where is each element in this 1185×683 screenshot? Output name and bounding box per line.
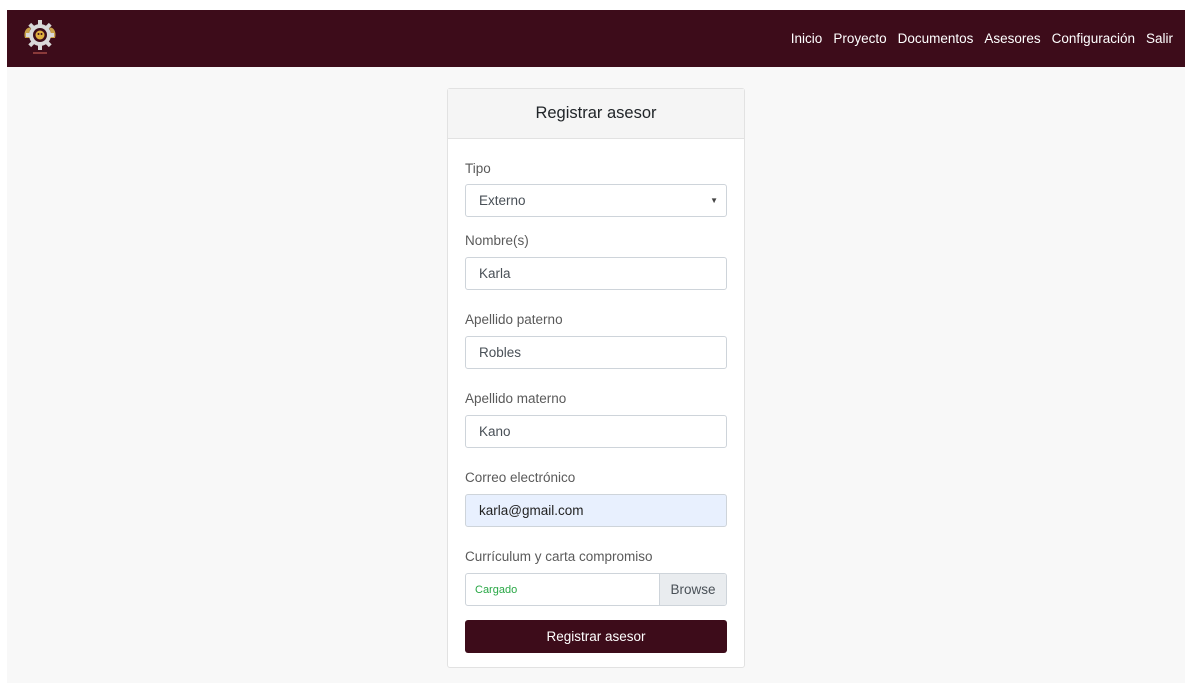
tipo-selected-value: Externo [479,193,526,208]
nombre-label: Nombre(s) [465,233,529,248]
apellido-paterno-group: Apellido paterno [465,310,727,369]
register-advisor-card: Registrar asesor Tipo Externo ▼ Nombre(s… [447,88,745,668]
tipo-select[interactable]: Externo [465,184,727,217]
nav-link-inicio[interactable]: Inicio [791,31,823,46]
nav-link-documentos[interactable]: Documentos [898,31,974,46]
nombre-field[interactable] [465,257,727,290]
tipo-label: Tipo [465,161,491,176]
file-input[interactable]: Cargado Browse [465,573,727,606]
correo-label: Correo electrónico [465,470,576,485]
nav-menu: Inicio Proyecto Documentos Asesores Conf… [791,10,1173,67]
archivo-group: Currículum y carta compromiso Cargado Br… [465,547,727,606]
tipo-select-wrapper: Externo ▼ [465,184,727,217]
apellido-materno-label: Apellido materno [465,391,567,406]
register-advisor-form: Tipo Externo ▼ Nombre(s) Apellido patern… [448,139,744,653]
file-status-text: Cargado [475,583,518,596]
nav-link-proyecto[interactable]: Proyecto [833,31,886,46]
apellido-materno-group: Apellido materno [465,389,727,448]
email-field[interactable] [465,494,727,527]
page-background: Inicio Proyecto Documentos Asesores Conf… [7,10,1185,683]
nav-link-salir[interactable]: Salir [1146,31,1173,46]
apellido-paterno-field[interactable] [465,336,727,369]
tipo-group: Tipo Externo ▼ [465,159,727,217]
nombre-group: Nombre(s) [465,231,727,290]
apellido-paterno-label: Apellido paterno [465,312,563,327]
correo-group: Correo electrónico [465,468,727,527]
card-title: Registrar asesor [448,89,744,139]
apellido-materno-field[interactable] [465,415,727,448]
top-navbar: Inicio Proyecto Documentos Asesores Conf… [7,10,1185,67]
register-advisor-button[interactable]: Registrar asesor [465,620,727,653]
archivo-label: Currículum y carta compromiso [465,549,653,564]
nav-link-asesores[interactable]: Asesores [984,31,1040,46]
browse-button[interactable]: Browse [659,574,726,605]
nav-link-configuracion[interactable]: Configuración [1052,31,1135,46]
gear-logo-icon[interactable] [21,16,59,56]
